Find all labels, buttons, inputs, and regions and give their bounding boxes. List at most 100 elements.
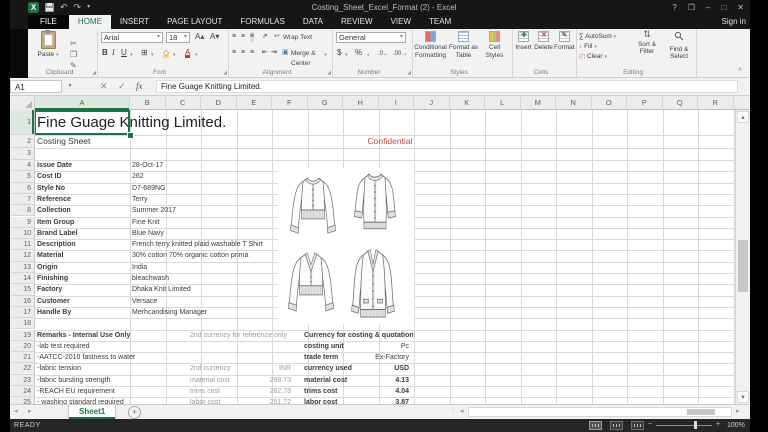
tab-review[interactable]: REVIEW xyxy=(332,15,382,29)
cell-costing-label[interactable]: labor cost xyxy=(304,397,337,404)
row-header-24[interactable]: 24 xyxy=(10,386,35,397)
column-header-i[interactable]: I xyxy=(379,96,415,110)
tab-page-layout[interactable]: PAGE LAYOUT xyxy=(158,15,231,29)
font-dialog-launcher-icon[interactable]: ◢ xyxy=(223,70,227,76)
cell-costing-value[interactable]: 3.87 xyxy=(343,397,409,404)
column-header-k[interactable]: K xyxy=(450,96,486,110)
cell-costing-value[interactable]: Ex-Factory xyxy=(343,352,409,363)
vertical-scrollbar[interactable]: ▲ ▼ xyxy=(735,110,750,404)
grow-font-button[interactable]: A▴ xyxy=(195,32,204,42)
conditional-formatting-button[interactable]: Conditional Formatting xyxy=(414,31,447,59)
hscroll-left-icon[interactable]: ◂ xyxy=(460,405,464,419)
align-middle-icon[interactable]: ≡ xyxy=(241,32,245,42)
column-header-m[interactable]: M xyxy=(521,96,557,110)
comma-style-button[interactable]: , xyxy=(367,48,369,58)
column-header-h[interactable]: H xyxy=(343,96,379,110)
cell-info-value[interactable]: Summer 2017 xyxy=(132,205,176,216)
cell-remark[interactable]: -fabric bursting strength xyxy=(37,375,111,386)
alignment-dialog-launcher-icon[interactable]: ◢ xyxy=(327,70,331,76)
column-header-e[interactable]: E xyxy=(237,96,273,110)
row-header-9[interactable]: 9 xyxy=(10,217,35,228)
column-header-p[interactable]: P xyxy=(627,96,663,110)
cell-info-label[interactable]: Brand Label xyxy=(37,228,77,239)
cell-remark[interactable]: -REACH EU requirement xyxy=(37,386,115,397)
row-header-12[interactable]: 12 xyxy=(10,250,35,261)
zoom-in-icon[interactable]: + xyxy=(716,421,720,428)
close-icon[interactable]: ✕ xyxy=(737,0,744,15)
horizontal-scrollbar[interactable] xyxy=(468,407,732,417)
column-header-f[interactable]: F xyxy=(272,96,308,110)
column-header-d[interactable]: D xyxy=(201,96,237,110)
format-cells-button[interactable]: ✎ Format xyxy=(554,31,574,52)
row-header-13[interactable]: 13 xyxy=(10,262,35,273)
row-header-10[interactable]: 10 xyxy=(10,228,35,239)
ribbon-display-icon[interactable]: ❐ xyxy=(688,0,695,15)
cell-remark[interactable]: -AATCC-2010 fastness to water xyxy=(37,352,135,363)
cell-info-value[interactable]: French terry knitted plaid washable T Sh… xyxy=(132,239,263,250)
decrease-indent-icon[interactable]: ⇤ xyxy=(262,48,268,58)
sheet-tab-sheet1[interactable]: Sheet1 xyxy=(68,405,116,419)
tab-view[interactable]: VIEW xyxy=(382,15,420,29)
column-header-j[interactable]: J xyxy=(414,96,450,110)
zoom-slider[interactable] xyxy=(656,425,712,426)
tab-formulas[interactable]: FORMULAS xyxy=(231,15,293,29)
row-header-8[interactable]: 8 xyxy=(10,205,35,216)
column-header-o[interactable]: O xyxy=(592,96,628,110)
align-left-icon[interactable]: ≡ xyxy=(232,48,236,58)
cell-costing-title[interactable]: Currency for costing & quotation xyxy=(304,330,414,341)
cell-info-value[interactable]: Terry xyxy=(132,194,148,205)
cell-2nd-currency-label[interactable]: labor cost xyxy=(190,397,220,404)
shrink-font-button[interactable]: A▾ xyxy=(210,32,219,42)
clipboard-dialog-launcher-icon[interactable]: ◢ xyxy=(92,70,96,76)
cell-costing-value[interactable]: 4.13 xyxy=(343,375,409,386)
align-top-icon[interactable]: ≡ xyxy=(232,32,236,42)
cell-info-label[interactable]: Factory xyxy=(37,284,62,295)
collapse-ribbon-icon[interactable]: ˄ xyxy=(738,67,742,74)
tab-home[interactable]: HOME xyxy=(69,15,111,29)
row-header-6[interactable]: 6 xyxy=(10,183,35,194)
column-header-q[interactable]: Q xyxy=(663,96,699,110)
cell-info-value[interactable]: Merhcandising Manager xyxy=(132,307,207,318)
help-icon[interactable]: ? xyxy=(672,0,676,15)
wrap-text-button[interactable]: Wrap Text xyxy=(283,33,312,43)
tab-file[interactable]: FILE xyxy=(28,15,69,29)
cell-info-value[interactable]: Blue Navy xyxy=(132,228,164,239)
save-icon[interactable] xyxy=(45,3,54,12)
cancel-icon[interactable]: ✕ xyxy=(100,80,108,93)
cell-subtitle[interactable]: Costing Sheet xyxy=(37,135,90,148)
cell-2nd-currency-note[interactable]: 2nd currency for reference only xyxy=(190,330,287,341)
cell-costing-value[interactable]: USD xyxy=(343,363,409,374)
hscroll-right-icon[interactable]: ▸ xyxy=(736,405,740,419)
column-header-g[interactable]: G xyxy=(308,96,344,110)
row-header-20[interactable]: 20 xyxy=(10,341,35,352)
zoom-out-icon[interactable]: − xyxy=(648,421,652,428)
row-header-21[interactable]: 21 xyxy=(10,352,35,363)
cell-info-label[interactable]: Style No xyxy=(37,183,65,194)
scroll-down-icon[interactable]: ▼ xyxy=(737,391,749,403)
row-header-22[interactable]: 22 xyxy=(10,363,35,374)
increase-decimal-button[interactable]: .0← xyxy=(378,49,389,59)
cell-2nd-currency-label[interactable]: 2nd currency xyxy=(190,363,230,374)
fill-color-button[interactable]: ◇ xyxy=(163,48,169,58)
row-header-23[interactable]: 23 xyxy=(10,375,35,386)
row-header-17[interactable]: 17 xyxy=(10,307,35,318)
tab-team[interactable]: TEAM xyxy=(420,15,460,29)
cell-costing-label[interactable]: costing unit xyxy=(304,341,344,352)
bold-button[interactable]: B xyxy=(102,48,108,58)
orientation-icon[interactable]: ⇗ xyxy=(262,32,268,42)
cell-2nd-currency-value[interactable]: 268.73 xyxy=(237,375,291,386)
row-header-5[interactable]: 5 xyxy=(10,171,35,182)
cell-info-label[interactable]: Customer xyxy=(37,296,70,307)
name-box-caret-icon[interactable]: ▾ xyxy=(64,80,76,93)
cell-info-label[interactable]: Reference xyxy=(37,194,71,205)
tab-insert[interactable]: INSERT xyxy=(111,15,158,29)
cell-costing-label[interactable]: material cost xyxy=(304,375,347,386)
vertical-scroll-thumb[interactable] xyxy=(738,240,748,292)
borders-button[interactable]: ⊞ xyxy=(141,48,148,58)
normal-view-button[interactable] xyxy=(589,421,602,430)
cell-info-value[interactable]: India xyxy=(132,262,147,273)
redo-icon[interactable]: ↷ xyxy=(74,1,82,14)
horizontal-scroll-thumb[interactable] xyxy=(687,409,715,415)
fill-button[interactable]: ↓ Fill ▾ xyxy=(579,42,597,52)
align-right-icon[interactable]: ≡ xyxy=(250,48,254,58)
